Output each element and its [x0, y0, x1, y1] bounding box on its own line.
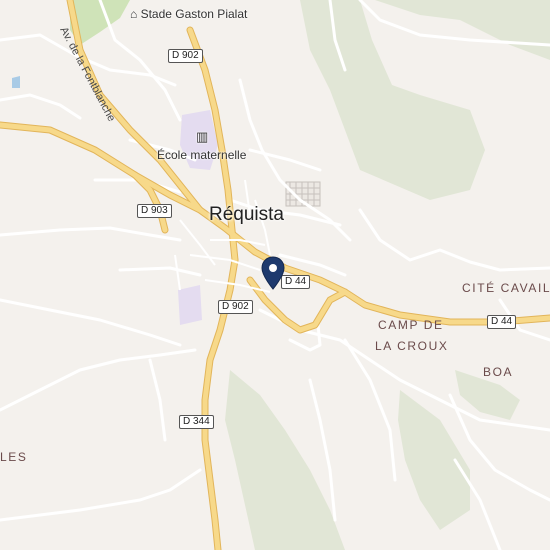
stadium-label[interactable]: ⌂ Stade Gaston Pialat [130, 7, 247, 21]
area-label-boa: BOA [483, 365, 514, 379]
school-label[interactable]: École maternelle [157, 148, 246, 162]
road-shield-d902-north: D 902 [168, 49, 203, 63]
town-label: Réquista [209, 204, 284, 225]
location-marker-icon[interactable] [261, 256, 285, 290]
map-view[interactable]: ⌂ Stade Gaston Pialat École maternelle ▥… [0, 0, 550, 550]
area-label-la-croux: LA CROUX [375, 339, 449, 353]
road-shield-d903: D 903 [137, 204, 172, 218]
stadium-icon: ⌂ [130, 7, 138, 21]
area-label-camp-de: CAMP DE [378, 318, 444, 332]
area-label-cite-cavail: CITÉ CAVAIL [462, 281, 550, 295]
road-shield-d902-south: D 902 [218, 300, 253, 314]
area-label-les: LES [0, 450, 28, 464]
road-shield-d44-center: D 44 [281, 275, 311, 289]
school-icon[interactable]: ▥ [196, 129, 208, 145]
road-shield-d44-east: D 44 [487, 315, 517, 329]
road-shield-d344: D 344 [179, 415, 214, 429]
